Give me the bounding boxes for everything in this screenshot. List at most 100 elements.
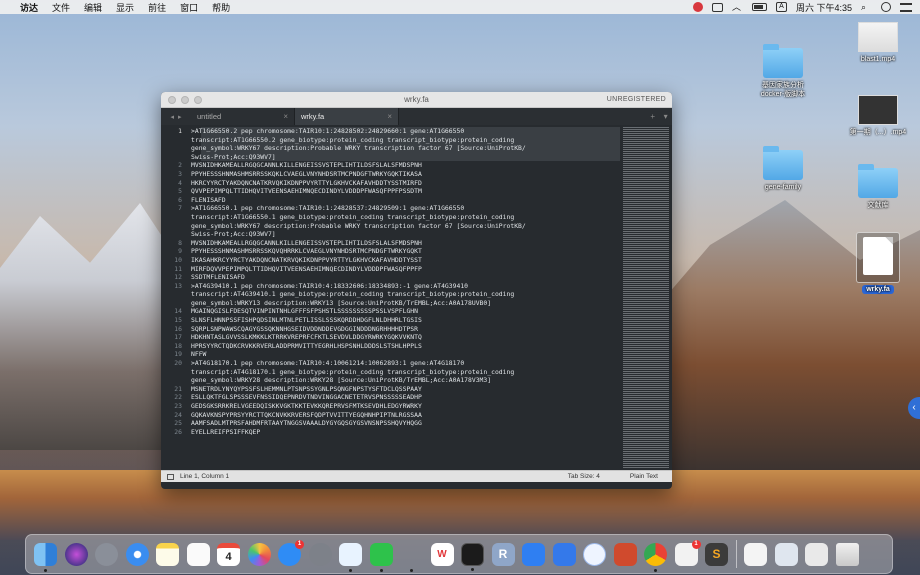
reminders-icon[interactable] (186, 542, 210, 566)
text-buffer[interactable]: 1 >AT1G66550.2 pep chromosome:TAIR10:1:24… (161, 125, 620, 470)
cloud-drive-icon[interactable] (522, 542, 545, 566)
siri-icon[interactable] (64, 542, 88, 566)
code-line[interactable]: 13 >AT4G39410.1 pep chromosome:TAIR10:4:1… (174, 282, 620, 291)
notification-center-icon[interactable] (900, 2, 912, 12)
code-line[interactable]: 2 MVSNIDHKAMEALLRGQGCANNLKILLENGEISSVSTEP… (178, 161, 620, 170)
wps-office-icon[interactable]: W (430, 542, 454, 566)
code-line[interactable]: 21 MSNETRDLYNYQYPSSFSLHEMMNLPTSNPSSYGNLPS… (174, 385, 620, 394)
qq-penguin-icon[interactable] (400, 543, 423, 572)
syntax-selector[interactable]: Plain Text (630, 473, 658, 480)
siri-icon[interactable] (881, 2, 891, 12)
trash-icon[interactable] (835, 542, 859, 566)
code-line[interactable]: 17 HDKHNTASLGVVSSLKMKKLKTRRKVREPRFCFKTLSE… (174, 333, 620, 342)
document-stack-icon[interactable] (744, 542, 767, 566)
code-line[interactable]: 5 QVVPEPIMPQLTTIDHQVITVEENSAEHIMNQECDINDY… (178, 187, 620, 196)
code-line[interactable]: gene_symbol:WRKY67 description:Probable … (191, 144, 620, 153)
clock[interactable]: 周六 下午4:35 (796, 1, 852, 14)
wifi-icon[interactable]: ︿ (732, 2, 743, 12)
code-line[interactable]: 19 NFFW (174, 350, 620, 359)
menu-go[interactable]: 前往 (148, 1, 166, 14)
tab-right-arrow-icon[interactable]: ▸ (178, 113, 182, 121)
tab-untitled[interactable]: untitled × (191, 108, 295, 125)
menu-app-name[interactable]: 访达 (20, 1, 38, 14)
panel-toggle-icon[interactable] (167, 473, 174, 480)
menu-edit[interactable]: 编辑 (84, 1, 102, 14)
code-line[interactable]: gene_symbol:WRKY13 description:WRKY13 [S… (191, 299, 620, 308)
code-line[interactable]: 25 AAMFSADLMTPRSFAHDMFRTAAYTNGGSVAAALDYGY… (174, 419, 620, 428)
menu-file[interactable]: 文件 (52, 1, 70, 14)
window-titlebar[interactable]: wrky.fa UNREGISTERED (161, 92, 672, 108)
wechat-icon[interactable] (369, 542, 393, 572)
network-app-icon[interactable] (339, 542, 362, 572)
safari-compass-icon[interactable] (125, 542, 149, 566)
code-line[interactable]: transcript:AT1G66550.2 gene_biotype:prot… (191, 135, 620, 145)
code-line[interactable]: gene_symbol:WRKY28 description:WRKY28 [S… (191, 376, 620, 385)
wps-helper-icon[interactable]: 1 (674, 539, 701, 566)
calendar-icon[interactable]: 4 (217, 542, 240, 566)
code-line[interactable]: 7 >AT1G66550.1 pep chromosome:TAIR10:1:24… (178, 204, 620, 213)
r-language-icon[interactable]: R (491, 542, 515, 566)
desktop-file-video-mp4[interactable]: 第一期（...）.mp4 (843, 95, 913, 137)
code-line[interactable]: 23 GEDSGKSRRKRELVGEEDQISKKVGKTKKTEVKKQREP… (174, 402, 620, 411)
code-line[interactable]: transcript:AT4G18170.1 gene_biotype:prot… (191, 368, 620, 377)
tab-size-selector[interactable]: Tab Size: 4 (568, 473, 600, 480)
code-line[interactable]: 15 SLNSFLHNNPSSFISHPQDSINLMTNLPETLISSLSSS… (174, 316, 620, 325)
battery-icon[interactable] (751, 3, 767, 11)
code-line[interactable]: 3 PPYHESSSHNMASHMSRRSSKQKLCVAEGLVNYNHDSRT… (178, 170, 620, 179)
editor-area[interactable]: 1 >AT1G66550.2 pep chromosome:TAIR10:1:24… (161, 125, 672, 470)
code-line[interactable]: 14 MGAINQGISLFDESQTVINPINTNHLGFFFSFPSHSTL… (174, 307, 620, 316)
desktop-file-wrky-fa[interactable]: wrky.fa (843, 232, 913, 294)
menu-help[interactable]: 帮助 (212, 1, 230, 14)
powerpoint-icon[interactable] (613, 542, 637, 566)
airplay-icon[interactable] (711, 2, 723, 12)
launchpad-rocket-icon[interactable] (95, 542, 118, 566)
code-line[interactable]: 1 >AT1G66550.2 pep chromosome:TAIR10:1:24… (178, 127, 620, 136)
spotlight-icon[interactable]: ⌕ (861, 2, 872, 12)
code-line[interactable]: 24 GQKAVKNSPYPRSYYRCTTQKCNVKKRVERSFQDPTVV… (174, 411, 620, 420)
finder-icon[interactable] (34, 542, 57, 572)
code-line[interactable]: 18 HPRSYYRCTQDKCRVKKRVERLADDPRMVITTYEGRHL… (174, 342, 620, 351)
code-line[interactable]: 9 PPYHESSSHNMASHMSRRSSKQVQHRRKLCVAEGLVNYN… (178, 247, 620, 256)
code-line[interactable]: 10 IKASAHKRCYYRCTYAKDQNCNATKRVQKIKDNPPVYR… (174, 256, 620, 265)
new-tab-icon[interactable]: + (650, 112, 655, 121)
photos-icon[interactable] (247, 542, 271, 566)
close-tab-icon[interactable]: × (283, 112, 288, 121)
close-tab-icon[interactable]: × (387, 112, 392, 121)
code-line[interactable]: transcript:AT1G66550.1 gene_biotype:prot… (191, 213, 620, 222)
minimap[interactable] (620, 125, 672, 470)
code-line[interactable]: 6 FLENISAFD (178, 196, 620, 205)
tab-menu-icon[interactable]: ▾ (664, 112, 668, 121)
code-line[interactable]: 26 EYELLREIFPSIFFKQEP (174, 428, 620, 437)
code-line[interactable]: 12 SSDTMFLENISAFD (174, 273, 620, 282)
notes-icon[interactable] (156, 542, 179, 566)
chart-app-icon[interactable] (552, 542, 576, 566)
record-status-icon[interactable] (692, 2, 703, 12)
code-line[interactable]: 16 SQRPLSNPWAWSCQAGYGSSQKNNHGSEIDVDDNDDEV… (174, 325, 620, 334)
screenshot-stack-icon[interactable] (774, 542, 798, 566)
desktop-file-blast1-mp4[interactable]: blast1.mp4 (843, 22, 913, 64)
code-line[interactable]: Swiss-Prot;Acc:Q93WV7] (191, 230, 620, 239)
code-line[interactable]: 8 MVSNIDHKAMEALLRGQGCANNLKILLENGEISSVSTEP… (178, 239, 620, 248)
code-line[interactable]: 4 HKRCYYRCTYAKDQNCNATKRVQKIKDNPPVYRTTYLGK… (178, 179, 620, 188)
code-line[interactable]: 11 MIRFDQVVPEPIMPQLTTIDHQVITVEENSAEHIMNQE… (174, 265, 620, 274)
tab-wrky-fa[interactable]: wrky.fa × (295, 108, 399, 125)
input-method-icon[interactable]: A (775, 2, 787, 12)
nodes-app-icon[interactable] (583, 542, 606, 566)
menu-view[interactable]: 显示 (116, 1, 134, 14)
desktop-folder-docker-scripts[interactable]: 基因家族分析 docker-版脚本 (748, 44, 818, 99)
app-store-icon[interactable]: 1 (278, 539, 304, 566)
code-line[interactable]: transcript:AT4G39410.1 gene_biotype:prot… (191, 290, 620, 299)
code-line[interactable]: Swiss-Prot;Acc:Q93WV7] (191, 152, 620, 162)
system-preferences-gear-icon[interactable] (308, 542, 332, 566)
code-line[interactable]: 22 ESLLQKTFGLSPSSSEVFNSSIDQEPNRDVTNDVINGG… (174, 393, 620, 402)
tab-left-arrow-icon[interactable]: ◂ (170, 113, 174, 121)
menu-window[interactable]: 窗口 (180, 1, 198, 14)
code-line[interactable]: gene_symbol:WRKY67 description:Probable … (191, 222, 620, 231)
chrome-icon[interactable] (644, 542, 667, 572)
desktop-folder-gene-family[interactable]: gene-family (748, 146, 818, 192)
desktop-folder-literature[interactable]: 文献库 (843, 164, 913, 210)
code-line[interactable]: 20 >AT4G18170.1 pep chromosome:TAIR10:4:1… (174, 359, 620, 368)
terminal-icon[interactable] (461, 542, 484, 571)
sublime-text-icon[interactable]: S (705, 542, 728, 566)
downloads-stack-icon[interactable] (805, 542, 828, 566)
